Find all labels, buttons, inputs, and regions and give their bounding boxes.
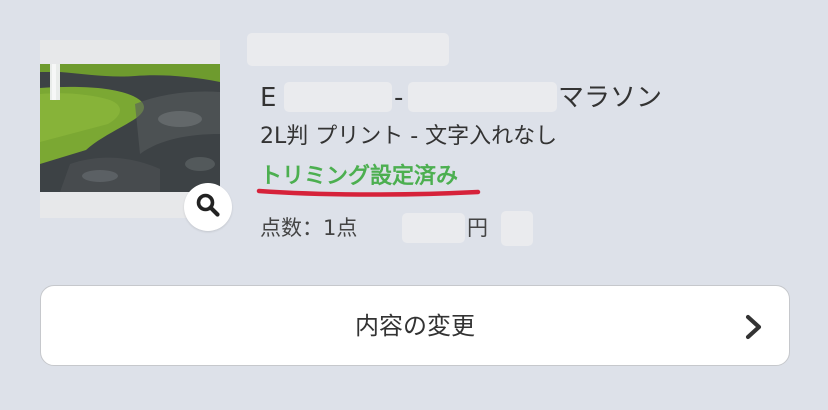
chevron-right-icon <box>744 314 764 344</box>
annotation-underline <box>256 188 481 197</box>
redacted-price <box>402 213 465 243</box>
photo-thumbnail[interactable] <box>40 64 220 192</box>
item-spec: 2L判 プリント - 文字入れなし <box>260 124 558 149</box>
change-content-button[interactable]: 内容の変更 <box>40 285 790 366</box>
redacted-extra <box>501 211 533 246</box>
price-unit: 円 <box>467 216 488 240</box>
redacted-heading <box>247 33 449 66</box>
redacted-title-part <box>284 82 392 112</box>
change-content-label: 内容の変更 <box>355 312 475 340</box>
item-count: 点数：1点 <box>260 216 358 240</box>
magnifier-icon <box>195 192 221 222</box>
item-title-suffix: マラソン <box>558 83 663 113</box>
zoom-button[interactable] <box>184 183 232 231</box>
item-title-prefix: E <box>260 83 277 113</box>
redacted-title-part <box>408 82 557 112</box>
item-title-separator: - <box>394 83 404 113</box>
